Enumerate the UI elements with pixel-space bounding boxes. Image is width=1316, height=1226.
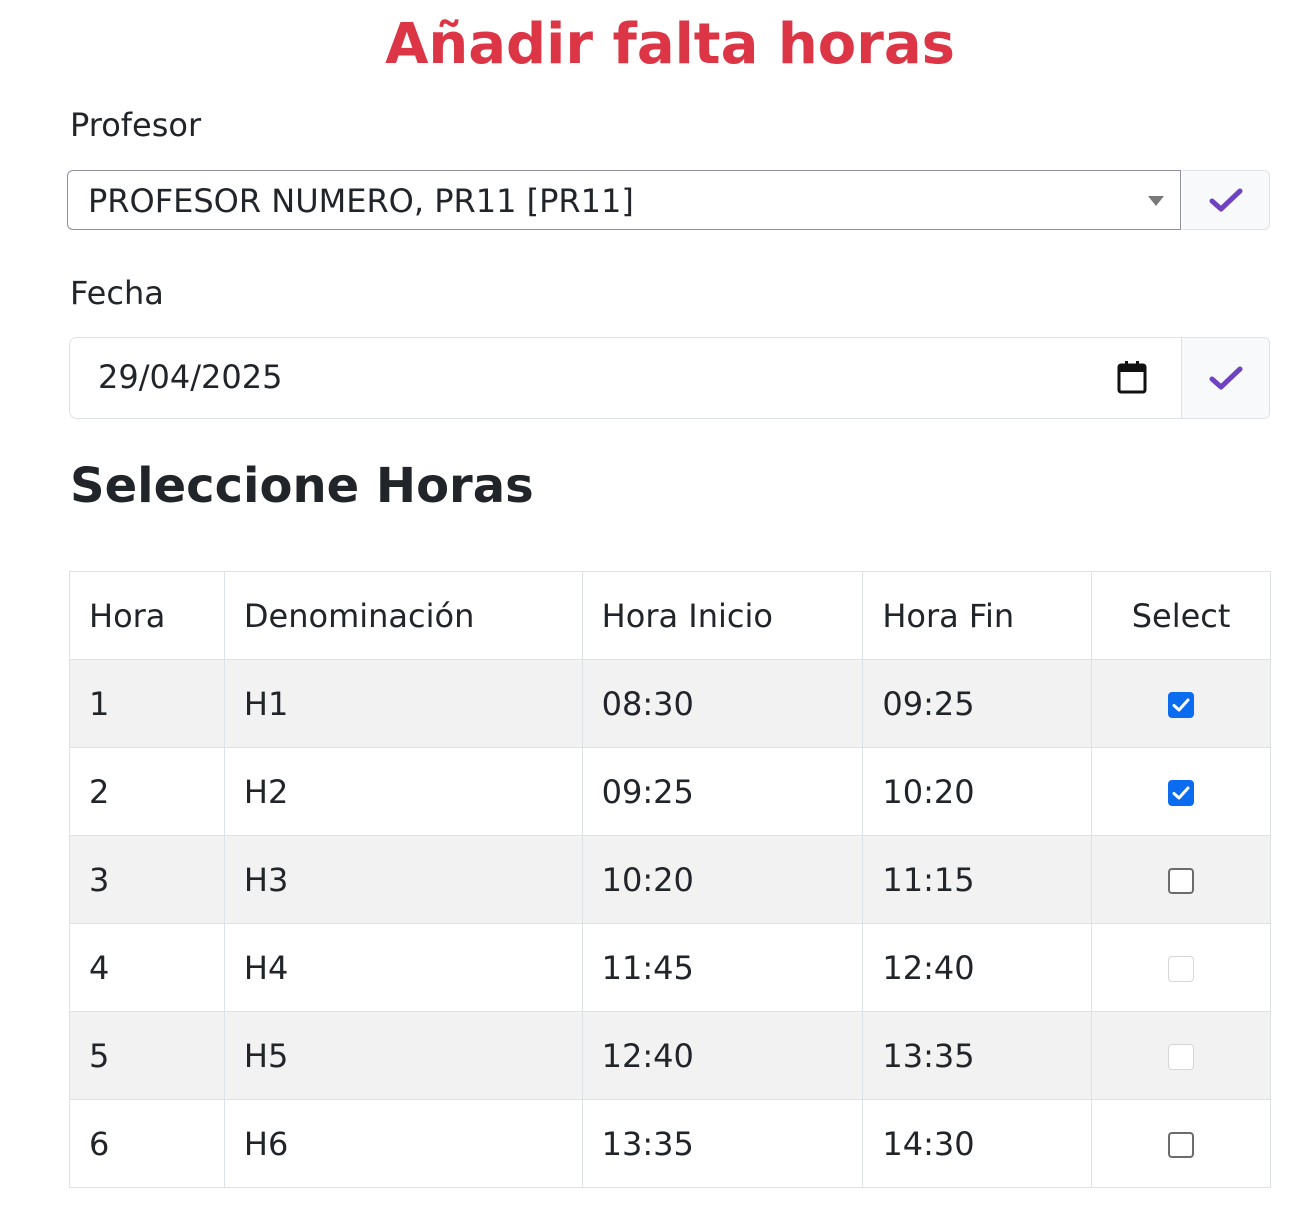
table-row: 2 H2 09:25 10:20 — [69, 747, 1271, 836]
cell-denominacion: H2 — [223, 747, 583, 836]
cell-denominacion: H4 — [223, 923, 583, 1012]
header-hora-fin: Hora Fin — [862, 571, 1093, 660]
table-row: 5 H5 12:40 13:35 — [69, 1011, 1271, 1100]
hours-table: Hora Denominación Hora Inicio Hora Fin S… — [69, 571, 1271, 1188]
header-hora: Hora — [69, 571, 225, 660]
cell-denominacion: H3 — [223, 835, 583, 924]
checkmark-icon — [1209, 366, 1242, 390]
fecha-confirm-button[interactable] — [1182, 337, 1270, 419]
profesor-select-value: PROFESOR NUMERO, PR11 [PR11] — [88, 182, 634, 220]
cell-select — [1091, 1099, 1271, 1188]
hour-select-checkbox — [1168, 1043, 1195, 1070]
cell-hora-fin: 10:20 — [862, 747, 1093, 836]
cell-hora-inicio: 12:40 — [581, 1011, 864, 1100]
hour-select-checkbox[interactable] — [1168, 867, 1195, 894]
cell-hora-inicio: 11:45 — [581, 923, 864, 1012]
checkmark-icon — [1209, 188, 1242, 212]
cell-hora-inicio: 10:20 — [581, 835, 864, 924]
profesor-select[interactable]: PROFESOR NUMERO, PR11 [PR11] — [67, 170, 1181, 230]
profesor-confirm-button[interactable] — [1182, 170, 1270, 230]
page-title: Añadir falta horas — [385, 12, 955, 77]
cell-select — [1091, 747, 1271, 836]
fecha-date-input[interactable]: 29/04/2025 — [69, 337, 1182, 419]
table-row: 6 H6 13:35 14:30 — [69, 1099, 1271, 1188]
cell-hora-inicio: 09:25 — [581, 747, 864, 836]
cell-hora-fin: 12:40 — [862, 923, 1093, 1012]
cell-denominacion: H6 — [223, 1099, 583, 1188]
cell-hora-fin: 11:15 — [862, 835, 1093, 924]
hour-select-checkbox — [1168, 955, 1195, 982]
header-select: Select — [1091, 571, 1271, 660]
cell-denominacion: H1 — [223, 659, 583, 748]
section-title: Seleccione Horas — [70, 458, 534, 514]
header-hora-inicio: Hora Inicio — [581, 571, 864, 660]
cell-select — [1091, 835, 1271, 924]
cell-select — [1091, 923, 1271, 1012]
hour-select-checkbox[interactable] — [1168, 1131, 1195, 1158]
caret-down-icon — [1148, 196, 1164, 206]
cell-select — [1091, 659, 1271, 748]
cell-hora: 4 — [69, 923, 225, 1012]
calendar-icon[interactable] — [1117, 360, 1147, 394]
cell-hora-fin: 14:30 — [862, 1099, 1093, 1188]
cell-hora-fin: 09:25 — [862, 659, 1093, 748]
hour-select-checkbox[interactable] — [1168, 691, 1195, 718]
cell-hora: 1 — [69, 659, 225, 748]
hour-select-checkbox[interactable] — [1168, 779, 1195, 806]
table-header-row: Hora Denominación Hora Inicio Hora Fin S… — [69, 571, 1271, 660]
header-denominacion: Denominación — [223, 571, 583, 660]
profesor-label: Profesor — [70, 106, 202, 144]
fecha-date-value: 29/04/2025 — [98, 358, 283, 396]
cell-hora: 6 — [69, 1099, 225, 1188]
cell-hora: 3 — [69, 835, 225, 924]
cell-hora-inicio: 08:30 — [581, 659, 864, 748]
fecha-label: Fecha — [70, 274, 164, 312]
cell-hora-inicio: 13:35 — [581, 1099, 864, 1188]
cell-hora: 2 — [69, 747, 225, 836]
cell-hora: 5 — [69, 1011, 225, 1100]
table-row: 4 H4 11:45 12:40 — [69, 923, 1271, 1012]
cell-denominacion: H5 — [223, 1011, 583, 1100]
cell-select — [1091, 1011, 1271, 1100]
table-row: 3 H3 10:20 11:15 — [69, 835, 1271, 924]
table-row: 1 H1 08:30 09:25 — [69, 659, 1271, 748]
cell-hora-fin: 13:35 — [862, 1011, 1093, 1100]
